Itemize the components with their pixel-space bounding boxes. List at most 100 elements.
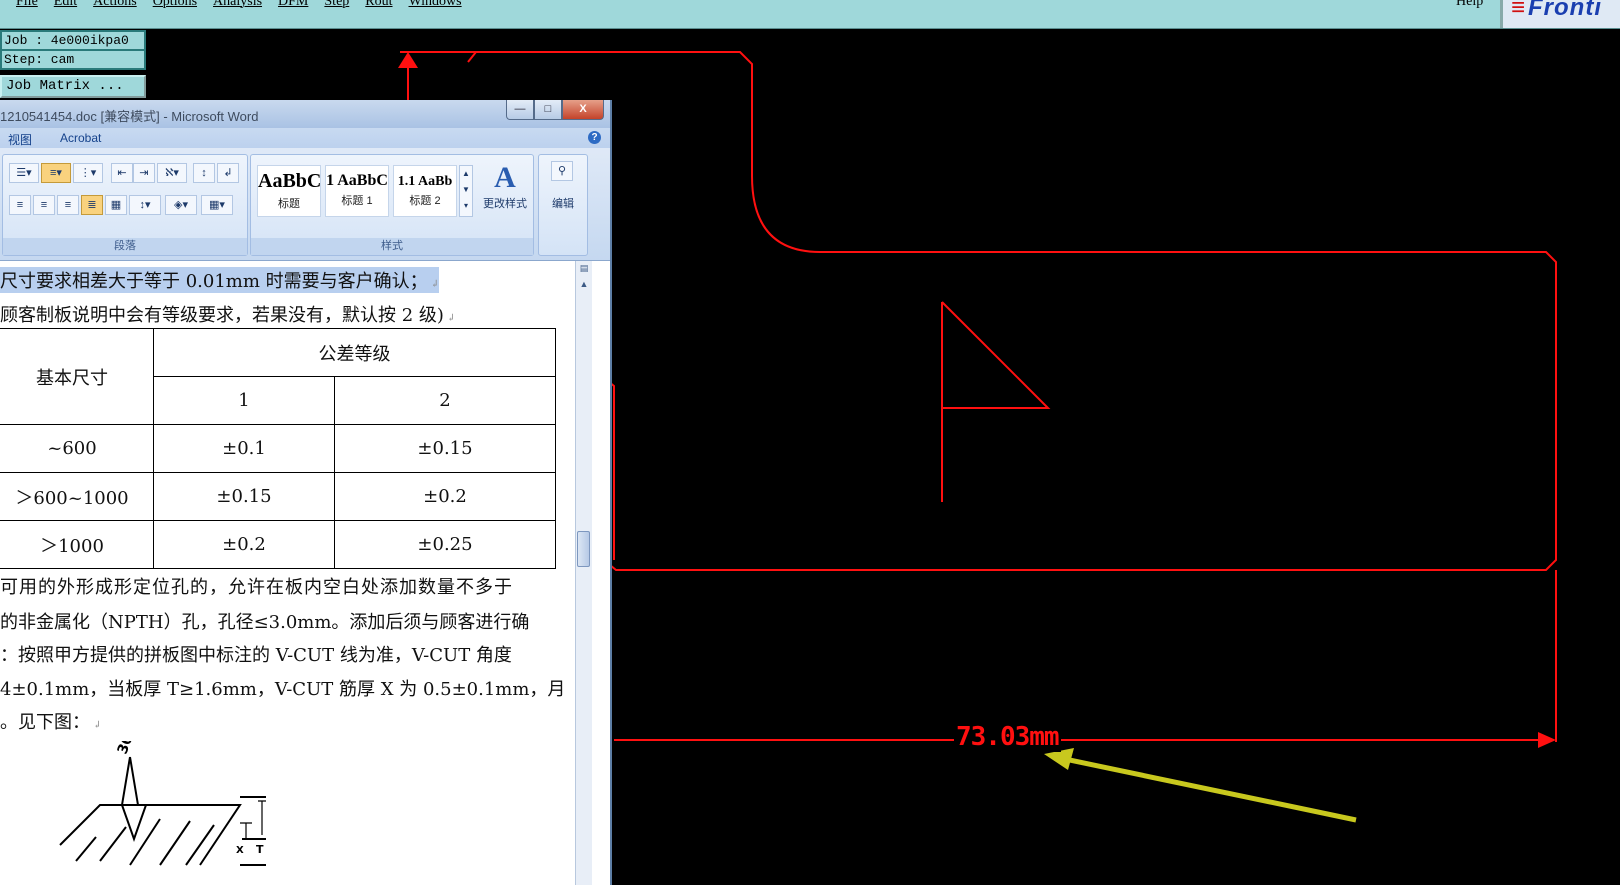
row-grade-2: ±0.2 [334,472,556,521]
justify-icon[interactable]: ≣ [81,195,103,215]
tab-acrobat[interactable]: Acrobat [60,131,101,145]
increase-indent-icon[interactable]: ⇥ [133,163,155,183]
menu-help[interactable]: Help [1456,0,1483,10]
style-title-name: 标题 [278,198,300,210]
find-binoculars-icon: ⚲ [551,161,573,181]
doc-line-6: 4±0.1mm，当板厚 T≥1.6mm，V-CUT 筋厚 X 为 0.5±0.1… [0,679,566,700]
vcut-t-label: T [256,843,264,856]
doc-line-1: 尺寸要求相差大于等于 0.01mm 时需要与客户确认； ↲ [0,267,440,293]
menu-windows[interactable]: Windows [401,0,470,10]
style-heading-1-name: 标题 1 [341,195,373,207]
top-dimension-line [400,51,485,100]
numbering-icon[interactable]: ≡▾ [41,163,71,183]
editing-label: 编辑 [552,198,574,210]
step-label: Step: cam [0,49,146,70]
style-heading-2[interactable]: 1.1 AaBb 标题 2 [393,165,457,217]
multilevel-list-icon[interactable]: ⋮▾ [73,163,103,183]
row-size: ＞1000 [0,520,154,569]
align-center-icon[interactable]: ≡ [33,195,55,215]
ribbon-tabs: 视图 Acrobat ? [0,128,610,148]
pointer-arrow-shaft [1059,755,1357,823]
header-grade-1: 1 [153,376,335,425]
ruler-toggle-icon[interactable]: ▤ [578,263,590,275]
align-left-icon[interactable]: ≡ [9,195,31,215]
editing-group[interactable]: ⚲ 编辑 [538,154,588,256]
top-dimension-arrowhead [398,52,418,68]
job-panel: Job : 4e000ikpa0 Step: cam Job Matrix ..… [0,30,146,98]
row-grade-1: ±0.2 [153,520,335,569]
vcut-x-label: X [236,845,244,856]
word-titlebar[interactable]: 1210541454.doc [兼容模式] - Microsoft Word —… [0,100,610,128]
dimension-arrowhead-right [1538,732,1556,748]
header-tolerance-grade: 公差等级 [153,328,556,377]
paragraph-group: ☰▾ ≡▾ ⋮▾ ⇤ ⇥ ℵ▾ ↕ ↲ ≡ ≡ ≡ ≣ ▦ ↕▾ ◈▾ ▦▾ 段… [2,154,248,256]
style-heading-2-sample: 1.1 AaBb [397,174,453,189]
job-label: Job : 4e000ikpa0 [0,30,146,49]
close-button[interactable]: X [562,100,604,120]
style-title[interactable]: AaBbC 标题 [257,165,321,217]
menu-edit[interactable]: Edit [46,0,85,10]
document-page[interactable]: 尺寸要求相差大于等于 0.01mm 时需要与客户确认； ↲ 顾客制板说明中会有等级… [0,261,575,885]
row-grade-1: ±0.15 [153,472,335,521]
ribbon: ☰▾ ≡▾ ⋮▾ ⇤ ⇥ ℵ▾ ↕ ↲ ≡ ≡ ≡ ≣ ▦ ↕▾ ◈▾ ▦▾ 段… [0,148,610,261]
change-styles-icon: A [494,161,516,194]
doc-line-4: 的非金属化（NPTH）孔，孔径≤3.0mm。添加后须与顾客进行确 [0,612,530,633]
menu-dfm[interactable]: DFM [270,0,316,10]
distributed-icon[interactable]: ▦ [105,195,127,215]
bullets-icon[interactable]: ☰▾ [9,163,39,183]
dimension-value: 73.03mm [954,722,1061,752]
style-heading-1[interactable]: 1 AaBbC 标题 1 [325,165,389,217]
asian-layout-icon[interactable]: ℵ▾ [157,163,187,183]
row-grade-2: ±0.15 [334,424,556,473]
table-row: ＞1000 ±0.2 ±0.25 [0,520,556,569]
line-spacing-icon[interactable]: ↕▾ [129,195,161,215]
genesis-menubar: File Edit Actions Options Analysis DFM S… [0,0,1620,29]
align-right-icon[interactable]: ≡ [57,195,79,215]
word-title: 1210541454.doc [兼容模式] - Microsoft Word [0,109,259,124]
flag-marker [941,301,1051,502]
row-size: ＞600~1000 [0,472,154,521]
vcut-angle-label: 30° [115,741,139,756]
job-matrix-button[interactable]: Job Matrix ... [0,75,146,98]
minimize-button[interactable]: — [506,100,534,120]
style-heading-2-name: 标题 2 [409,195,441,207]
help-icon[interactable]: ? [588,131,601,144]
decrease-indent-icon[interactable]: ⇤ [111,163,133,183]
doc-line-5: ：按照甲方提供的拼板图中标注的 V-CUT 线为准，V-CUT 角度 [0,645,512,666]
frontline-logo: ≡Fronti [1511,0,1602,21]
styles-group-label: 样式 [251,238,533,255]
style-title-sample: AaBbC [258,170,320,192]
sort-icon[interactable]: ↕ [193,163,215,183]
header-basic-size: 基本尺寸 [0,328,154,425]
table-row: ＞600~1000 ±0.15 ±0.2 [0,472,556,521]
menu-analysis[interactable]: Analysis [205,0,270,10]
row-grade-2: ±0.25 [334,520,556,569]
styles-group: AaBbC 标题 1 AaBbC 标题 1 1.1 AaBb 标题 2 ▲ ▼ ▾ … [250,154,534,256]
vcut-figure: 30° X T [59,741,266,866]
menu-actions[interactable]: Actions [85,0,145,10]
menu-file[interactable]: File [8,0,46,10]
doc-line-3: 可用的外形成形定位孔的，允许在板内空白处添加数量不多于 [0,577,513,598]
header-grade-2: 2 [334,376,556,425]
table-row: ~600 ±0.1 ±0.15 [0,424,556,473]
show-marks-icon[interactable]: ↲ [217,163,239,183]
tolerance-table: 基本尺寸 公差等级 1 2 ~600 ±0.1 ±0.15 ＞600~1000 … [0,328,556,569]
paragraph-group-label: 段落 [3,238,247,255]
change-styles-button[interactable]: A 更改样式 [477,161,533,211]
board-outline [467,51,1557,571]
style-heading-1-sample: 1 AaBbC [326,172,388,189]
row-size: ~600 [0,424,154,473]
scroll-thumb[interactable] [577,531,590,567]
borders-icon[interactable]: ▦▾ [201,195,233,215]
scroll-up-icon[interactable]: ▲ [578,279,590,291]
tab-view[interactable]: 视图 [8,131,32,148]
row-grade-1: ±0.1 [153,424,335,473]
menu-options[interactable]: Options [145,0,205,10]
logo-area: ≡Fronti [1500,0,1620,28]
styles-scroll-icon[interactable]: ▲ ▼ ▾ [459,165,473,217]
menu-step[interactable]: Step [316,0,357,10]
maximize-button[interactable]: □ [534,100,562,120]
menu-rout[interactable]: Rout [357,0,400,10]
vertical-scrollbar[interactable]: ▤ ▲ [575,261,592,885]
shading-icon[interactable]: ◈▾ [165,195,197,215]
